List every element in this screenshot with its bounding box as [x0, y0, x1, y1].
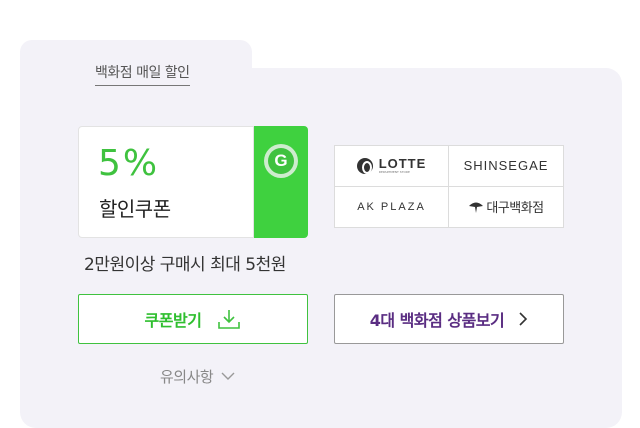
- coupon-stub: G: [254, 126, 308, 238]
- download-icon: [218, 310, 241, 329]
- store-logo-grid: LOTTE DEPARTMENT STORE SHINSEGAE AK PLAZ…: [334, 145, 564, 228]
- g-logo-letter: G: [268, 148, 294, 174]
- view-department-products-button[interactable]: 4대 백화점 상품보기: [334, 294, 564, 344]
- store-akplaza-name: AK PLAZA: [357, 200, 426, 213]
- notice-label: 유의사항: [160, 368, 214, 386]
- store-akplaza: AK PLAZA: [335, 186, 449, 227]
- store-shinsegae: SHINSEGAE: [449, 146, 563, 187]
- store-lotte-name: LOTTE: [378, 156, 427, 172]
- section-tab-label[interactable]: 백화점 매일 할인: [95, 62, 190, 86]
- coupon-ticket: 5% 할인쿠폰: [78, 126, 254, 238]
- daegu-logo-icon: [469, 202, 484, 213]
- coupon-percent: 5%: [98, 143, 160, 184]
- chevron-right-icon: [519, 312, 528, 326]
- store-lotte: LOTTE DEPARTMENT STORE: [335, 146, 449, 187]
- coupon-label: 할인쿠폰: [99, 197, 171, 221]
- store-daegu: 대구백화점: [449, 187, 563, 228]
- coupon-card: [20, 68, 622, 428]
- coupon-condition: 2만원이상 구매시 최대 5천원: [84, 255, 286, 275]
- g-logo-icon: G: [264, 144, 298, 178]
- view-products-label: 4대 백화점 상품보기: [369, 311, 505, 330]
- store-daegu-name: 대구백화점: [486, 201, 544, 217]
- store-shinsegae-name: SHINSEGAE: [463, 158, 549, 174]
- store-lotte-sub: DEPARTMENT STORE: [378, 170, 410, 175]
- chevron-down-icon: [221, 372, 235, 380]
- notice-toggle[interactable]: 유의사항: [160, 366, 235, 387]
- lotte-logo-icon: [356, 157, 373, 174]
- download-coupon-label: 쿠폰받기: [144, 311, 202, 330]
- download-coupon-button[interactable]: 쿠폰받기: [78, 294, 308, 344]
